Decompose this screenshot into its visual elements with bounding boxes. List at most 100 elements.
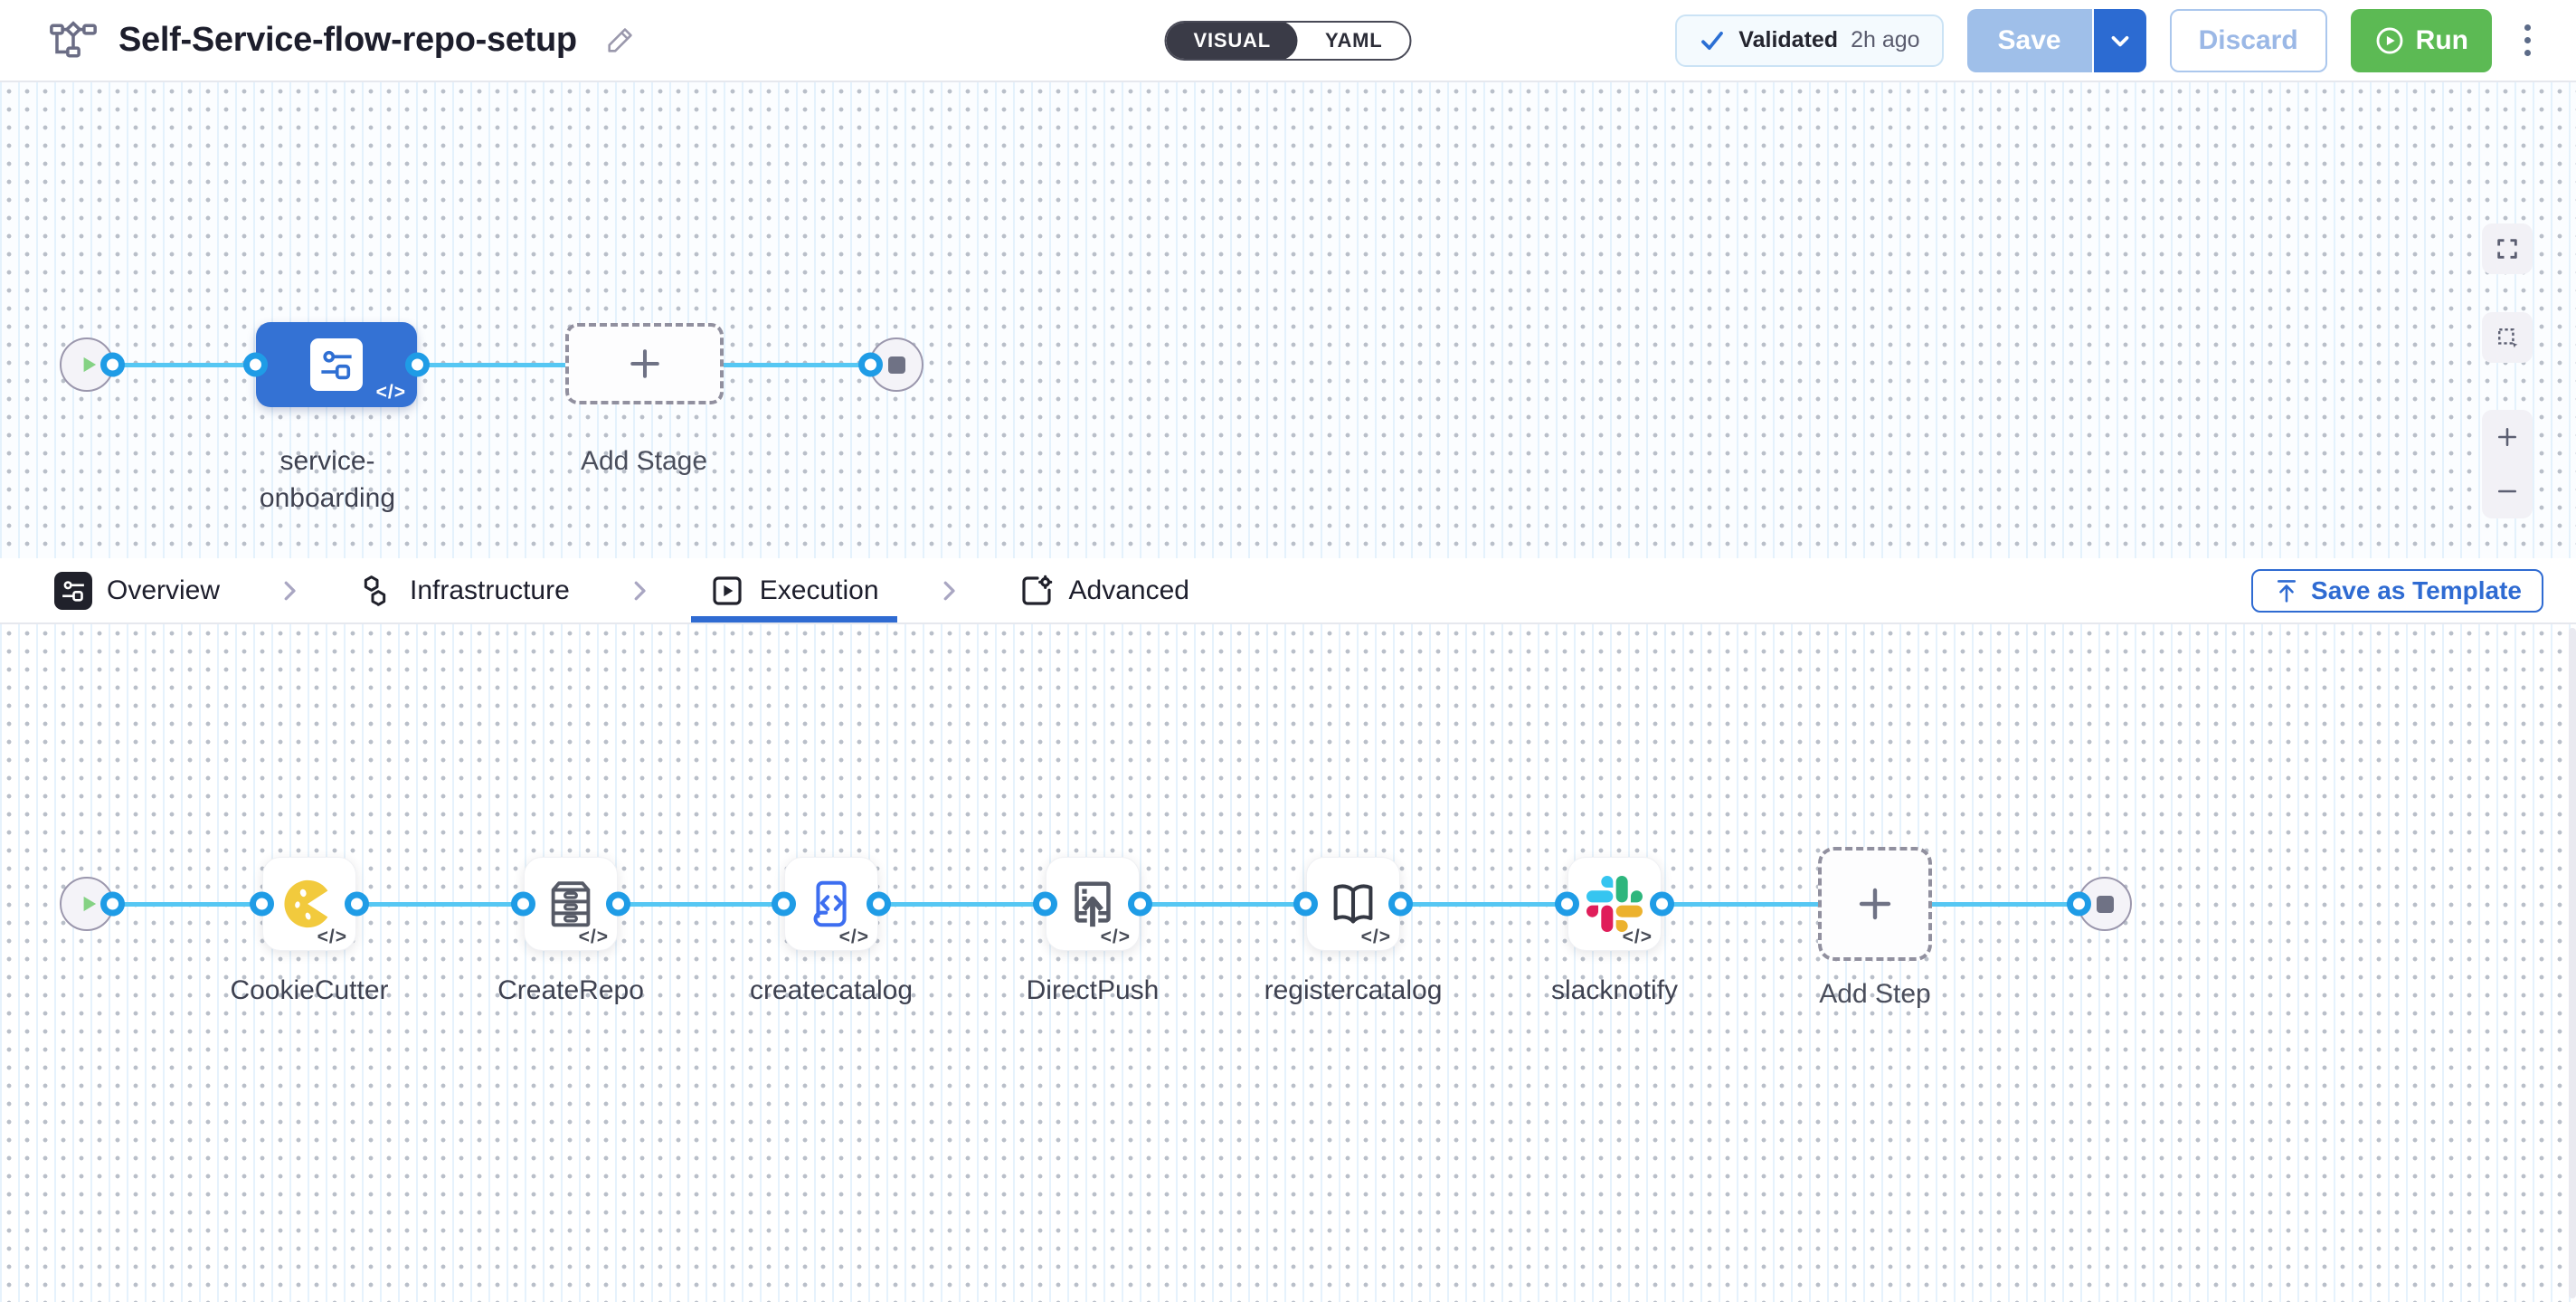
step-node-registercatalog[interactable]: </> registercatalog — [1306, 857, 1400, 951]
tab-label: Execution — [760, 575, 879, 606]
step-card[interactable]: </> — [262, 857, 356, 951]
edit-pipeline-name-button[interactable] — [604, 25, 635, 56]
connector-port[interactable] — [1128, 892, 1152, 917]
add-stage-button[interactable] — [565, 323, 724, 404]
step-card[interactable]: </> — [784, 857, 878, 951]
connector-port[interactable] — [867, 892, 891, 917]
validation-status-badge[interactable]: Validated 2h ago — [1675, 14, 1943, 67]
toggle-visual[interactable]: VISUAL — [1167, 21, 1298, 61]
chevron-right-icon — [276, 577, 303, 604]
stage-label: service-onboarding — [237, 442, 418, 517]
developer-portal-stage-icon — [317, 346, 355, 384]
connector-port[interactable] — [100, 353, 125, 377]
tab-advanced[interactable]: Advanced — [1018, 558, 1189, 622]
header-actions: Validated 2h ago Save Discard Run — [1675, 9, 2540, 72]
step-card[interactable]: </> — [1306, 857, 1400, 951]
pipeline-flowchart-icon — [50, 20, 97, 62]
connector-port[interactable] — [1555, 892, 1579, 917]
save-split-button: Save — [1967, 9, 2146, 72]
more-options-button[interactable] — [2515, 17, 2540, 63]
visual-yaml-toggle[interactable]: VISUAL YAML — [1165, 21, 1412, 61]
save-as-template-label: Save as Template — [2311, 576, 2522, 605]
advanced-icon — [1018, 573, 1055, 609]
tab-overview[interactable]: Overview — [54, 558, 220, 622]
plus-icon — [1853, 882, 1897, 926]
stage-canvas[interactable]: </> service-onboarding Add Stage — [0, 82, 2576, 558]
chevron-right-icon — [935, 577, 962, 604]
step-label: createcatalog — [687, 975, 976, 1006]
tab-label: Infrastructure — [410, 575, 570, 606]
end-node — [869, 337, 923, 392]
plus-icon — [2495, 424, 2520, 450]
pipeline-title: Self-Service-flow-repo-setup — [118, 21, 577, 60]
code-badge: </> — [579, 927, 609, 948]
stage-config-tabs: Overview Infrastructure Execution Advanc… — [0, 558, 2576, 624]
zoom-to-fit-button[interactable] — [2482, 223, 2533, 274]
header: Self-Service-flow-repo-setup VISUAL YAML… — [0, 0, 2576, 82]
step-card[interactable]: </> — [1567, 857, 1662, 951]
stage-node-service-onboarding[interactable]: </> — [256, 322, 417, 407]
canvas-controls — [2482, 223, 2533, 518]
connector-port[interactable] — [606, 892, 630, 917]
connector-port[interactable] — [345, 892, 369, 917]
connector-port[interactable] — [1033, 892, 1057, 917]
step-node-CookieCutter[interactable]: </> CookieCutter — [262, 857, 356, 951]
step-node-slacknotify[interactable]: </> slacknotify — [1567, 857, 1662, 951]
connector-port[interactable] — [858, 353, 883, 377]
cookiecutter-icon — [281, 876, 337, 932]
infrastructure-icon — [359, 573, 395, 609]
connector-port[interactable] — [1293, 892, 1318, 917]
slacknotify-icon — [1586, 876, 1643, 932]
connector-port[interactable] — [2067, 892, 2091, 917]
tab-infrastructure[interactable]: Infrastructure — [359, 558, 570, 622]
run-button[interactable]: Run — [2351, 9, 2492, 72]
step-card[interactable]: </> — [1046, 857, 1140, 951]
connector-port[interactable] — [243, 353, 268, 377]
play-circle-icon — [2374, 25, 2405, 56]
pencil-icon — [604, 25, 635, 56]
code-badge: </> — [376, 382, 406, 404]
step-label: DirectPush — [948, 975, 1237, 1006]
save-button[interactable]: Save — [1967, 9, 2094, 72]
add-step-button[interactable] — [1818, 847, 1932, 961]
step-node-CreateRepo[interactable]: </> CreateRepo — [524, 857, 618, 951]
step-label: CookieCutter — [165, 975, 454, 1006]
plus-icon — [625, 344, 665, 384]
selection-mode-button[interactable] — [2482, 312, 2533, 363]
tab-label: Overview — [107, 575, 220, 606]
connector-port[interactable] — [1388, 892, 1413, 917]
step-node-createcatalog[interactable]: </> createcatalog — [784, 857, 878, 951]
createcatalog-icon — [803, 876, 859, 932]
step-node-DirectPush[interactable]: </> DirectPush — [1046, 857, 1140, 951]
zoom-in-button[interactable] — [2482, 410, 2533, 464]
registercatalog-icon — [1325, 876, 1381, 932]
vertical-scrollbar[interactable] — [2569, 628, 2576, 1298]
connector-port[interactable] — [250, 892, 274, 917]
toggle-yaml[interactable]: YAML — [1298, 21, 1410, 61]
start-node — [60, 877, 114, 931]
connector-port[interactable] — [772, 892, 796, 917]
discard-button[interactable]: Discard — [2170, 9, 2327, 72]
connector-port[interactable] — [100, 892, 125, 917]
zoom-controls — [2482, 410, 2533, 518]
pipeline-title-group: Self-Service-flow-repo-setup — [50, 20, 635, 62]
pipeline-edge — [90, 363, 896, 367]
tab-execution[interactable]: Execution — [709, 558, 879, 622]
execution-canvas[interactable]: </> CookieCutter </> CreateRepo </> crea… — [0, 624, 2576, 1302]
code-badge: </> — [1361, 927, 1391, 948]
zoom-out-button[interactable] — [2482, 464, 2533, 518]
save-dropdown-button[interactable] — [2094, 9, 2146, 72]
add-step-label: Add Step — [1739, 975, 2011, 1012]
code-badge: </> — [1623, 927, 1653, 948]
connector-port[interactable] — [405, 353, 430, 377]
step-card[interactable]: </> — [524, 857, 618, 951]
save-as-template-button[interactable]: Save as Template — [2251, 569, 2543, 613]
chevron-right-icon — [626, 577, 653, 604]
stop-icon — [2097, 896, 2114, 913]
connector-port[interactable] — [511, 892, 535, 917]
play-icon — [77, 353, 100, 376]
step-label: registercatalog — [1208, 975, 1498, 1006]
connector-port[interactable] — [1650, 892, 1674, 917]
fit-view-icon — [2495, 236, 2520, 261]
validated-label: Validated — [1738, 27, 1838, 53]
